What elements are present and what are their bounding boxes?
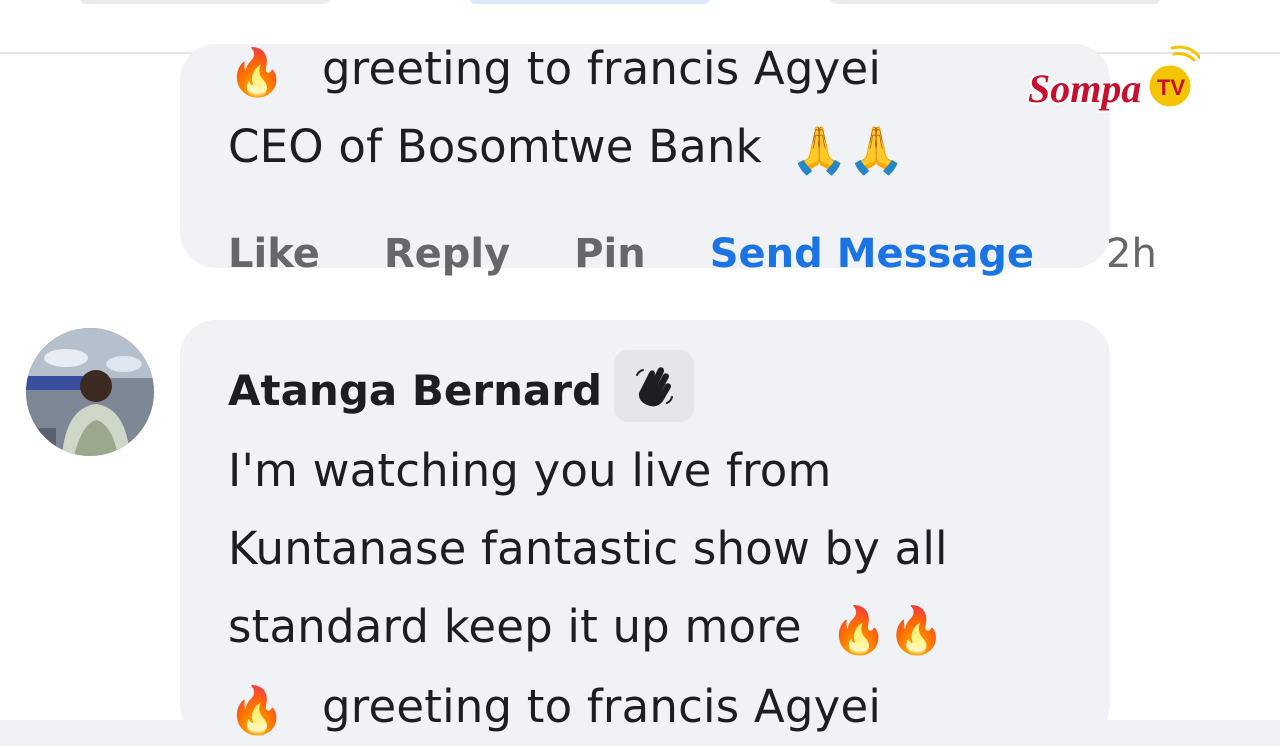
like-button[interactable]: Like [228,231,320,277]
send-message-button[interactable]: Send Message [710,231,1034,277]
comment-author[interactable]: Atanga Bernard [228,366,602,415]
prev-comment-line: CEO of Bosomtwe Bank 🙏🙏 [228,120,906,177]
praying-hands-emoji: 🙏🙏 [790,123,906,177]
pin-button[interactable]: Pin [574,231,646,277]
prev-comment-line: 🔥 greeting to francis Agyei [228,42,882,99]
comment-text-line: 🔥 greeting to francis Agyei [228,680,882,737]
avatar-photo [26,328,154,456]
toolbar-tab-active[interactable] [470,0,710,4]
svg-text:TV: TV [1157,75,1185,100]
fire-emoji: 🔥🔥 [830,603,946,657]
sompa-tv-logo-mark: Sompa TV [1026,45,1202,113]
comment-actions: Like Reply Pin Send Message 2h [228,226,1221,282]
wave-hand-glyph [636,367,673,407]
svg-text:Sompa: Sompa [1028,66,1141,111]
toolbar-tab[interactable] [830,0,1160,4]
avatar[interactable] [26,328,154,456]
sompa-tv-logo: Sompa TV [1024,44,1202,124]
comments-feed: 🔥 greeting to francis Agyei CEO of Bosom… [0,42,1280,740]
reply-button[interactable]: Reply [384,231,510,277]
comment-text-line: standard keep it up more 🔥🔥 [228,600,946,657]
fire-emoji: 🔥 [228,45,286,99]
fire-emoji: 🔥 [228,683,286,737]
comment-text-line: Kuntanase fantastic show by all [228,522,948,575]
comment-timestamp[interactable]: 2h [1106,231,1157,277]
wave-hand-icon[interactable] [614,350,694,422]
comment-text-line: I'm watching you live from [228,444,832,497]
toolbar-tab[interactable] [80,0,330,4]
